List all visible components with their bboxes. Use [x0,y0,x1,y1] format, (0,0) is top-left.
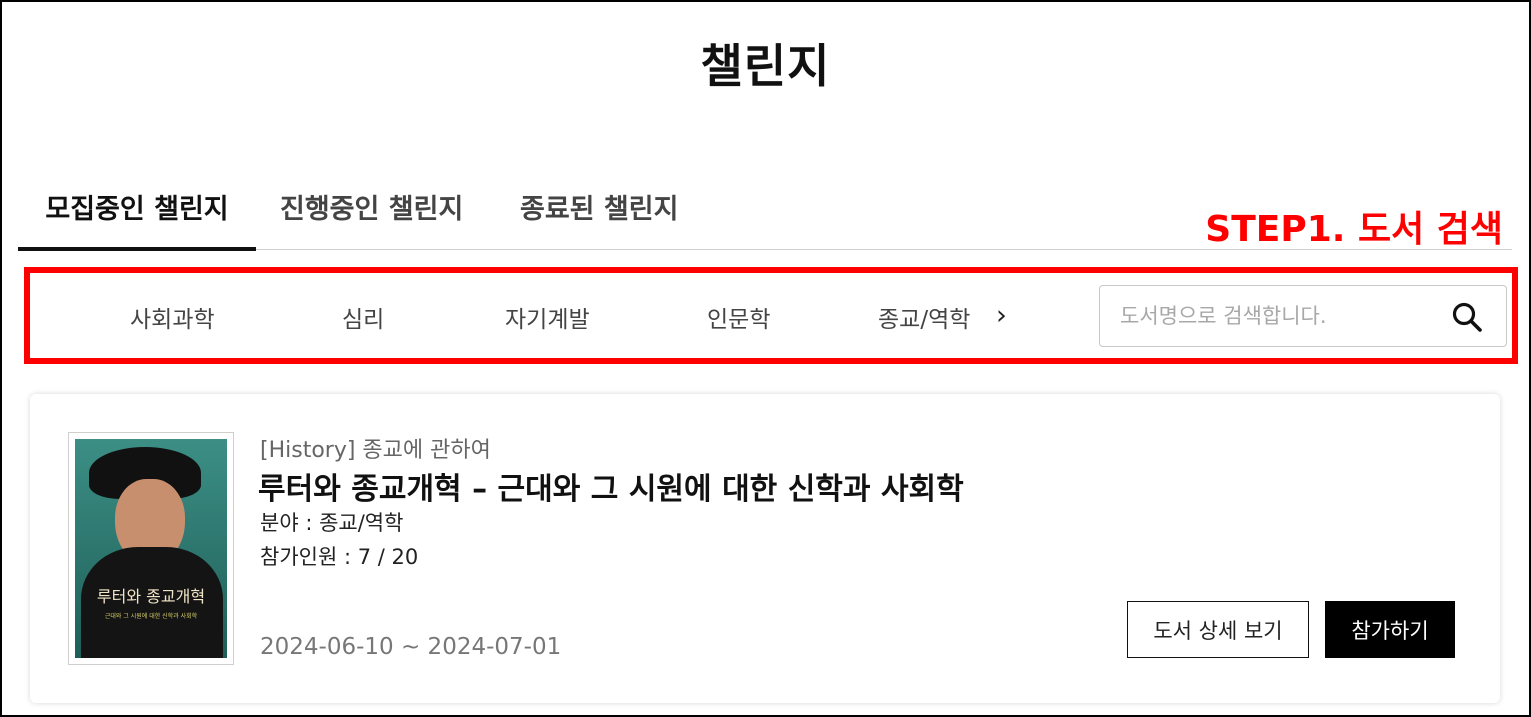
book-detail-button[interactable]: 도서 상세 보기 [1127,601,1309,658]
challenge-card: 루터와 종교개혁 근대와 그 시원에 대한 신학과 사회학 [History] … [30,394,1500,703]
app-frame: 챌린지 모집중인 챌린지 진행중인 챌린지 종료된 챌린지 STEP1. 도서 … [0,0,1531,717]
category-psychology[interactable]: 심리 [342,300,384,334]
category-religion[interactable]: 종교/역학 [878,300,970,334]
search-box [1099,285,1507,347]
book-field: 분야 : 종교/역학 [260,511,404,535]
participant-count: 참가인원 : 7 / 20 [260,545,419,569]
cover-title: 루터와 종교개혁 [96,587,206,606]
tab-finished[interactable]: 종료된 챌린지 [520,182,690,250]
category-self-development[interactable]: 자기계발 [505,300,590,334]
chevron-right-icon[interactable]: › [996,300,1007,331]
category-humanities[interactable]: 인문학 [707,300,770,334]
cover-subtitle: 근대와 그 시원에 대한 신학과 사회학 [104,613,198,620]
search-icon[interactable] [1450,300,1484,334]
category-search-bar: 사회과학 심리 자기계발 인문학 종교/역학 › [24,267,1518,364]
challenge-period: 2024-06-10 ~ 2024-07-01 [260,634,562,660]
page-title: 챌린지 [700,39,831,93]
search-input[interactable] [1120,300,1430,332]
join-button[interactable]: 참가하기 [1325,601,1455,658]
book-cover-image: 루터와 종교개혁 근대와 그 시원에 대한 신학과 사회학 [75,439,227,658]
category-social-science[interactable]: 사회과학 [130,300,215,334]
tab-in-progress[interactable]: 진행중인 챌린지 [280,182,470,250]
tab-recruiting[interactable]: 모집중인 챌린지 [18,182,256,251]
book-title: 루터와 종교개혁 – 근대와 그 시원에 대한 신학과 사회학 [258,472,964,507]
category-tag: [History] 종교에 관하여 [260,438,491,463]
book-cover[interactable]: 루터와 종교개혁 근대와 그 시원에 대한 신학과 사회학 [68,432,234,665]
step-annotation-label: STEP1. 도서 검색 [1205,209,1503,250]
